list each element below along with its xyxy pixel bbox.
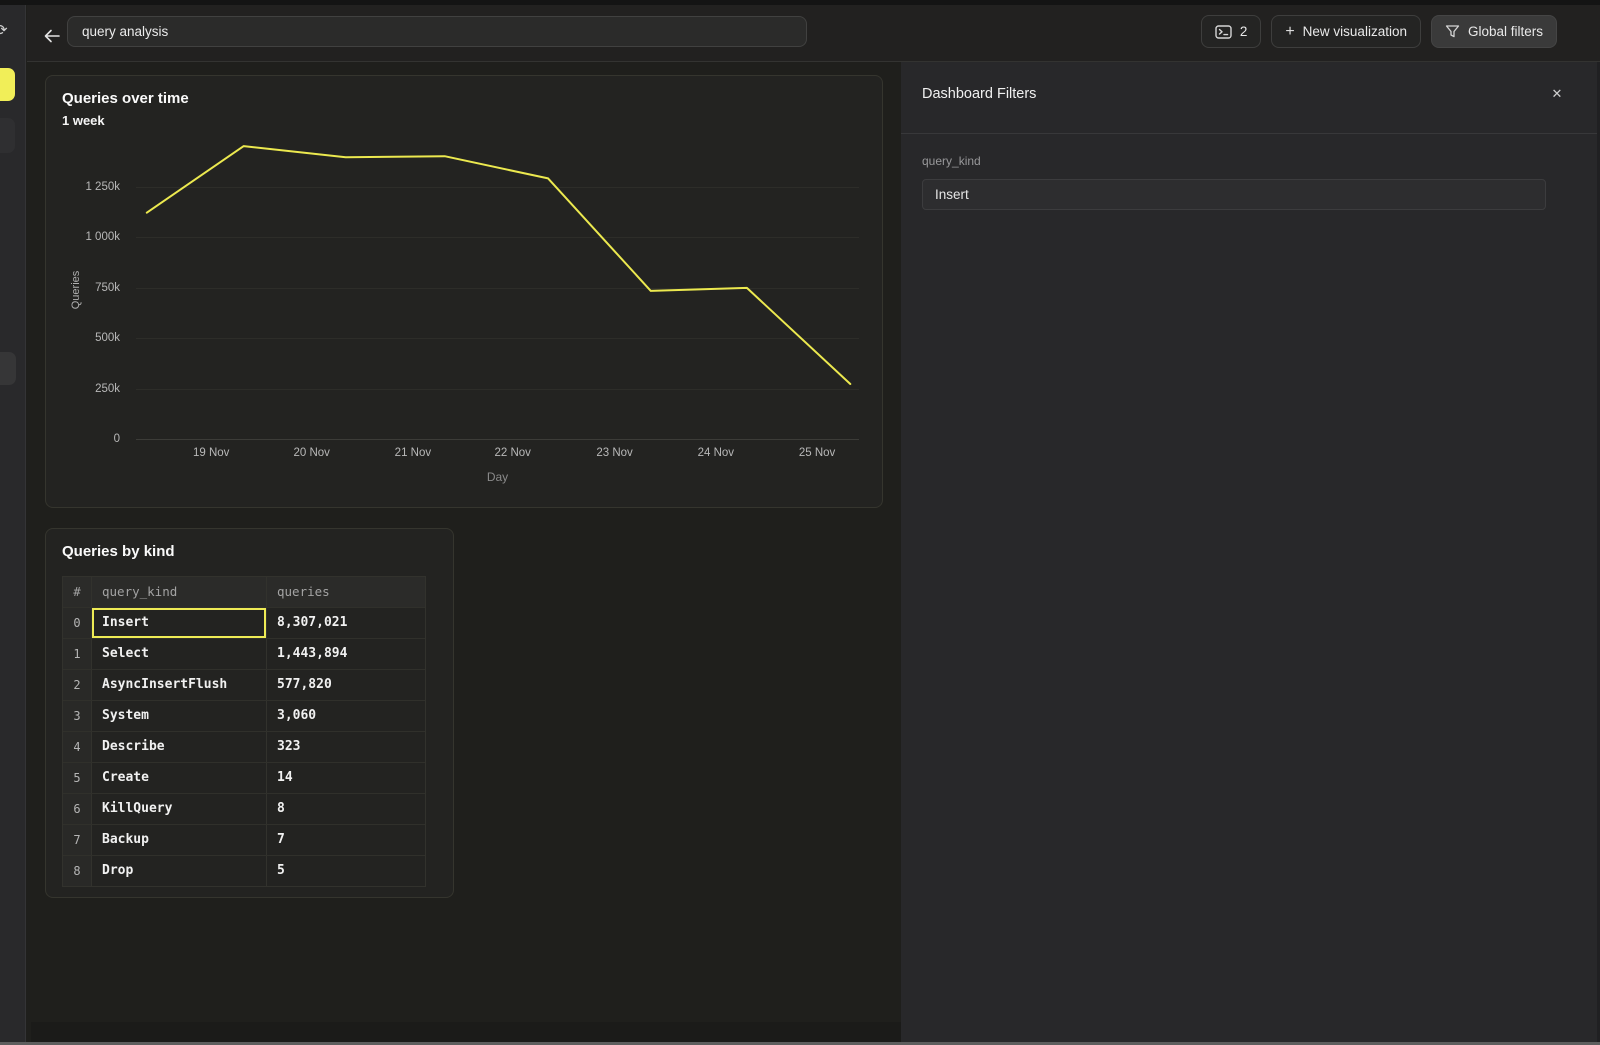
row-index-cell: 2 xyxy=(63,670,92,700)
query-kind-cell[interactable]: Drop xyxy=(92,856,267,886)
query-kind-cell[interactable]: Backup xyxy=(92,825,267,855)
console-count: 2 xyxy=(1240,24,1248,39)
x-tick-label: 22 Nov xyxy=(483,447,543,459)
x-tick-label: 24 Nov xyxy=(686,447,746,459)
table-row: 4Describe323 xyxy=(63,731,425,762)
queries-line-series xyxy=(147,146,851,384)
queries-value-cell[interactable]: 8 xyxy=(267,794,425,824)
sidebar-item[interactable] xyxy=(0,352,16,385)
chart-subtitle: 1 week xyxy=(62,113,105,128)
col-header-query-kind[interactable]: query_kind xyxy=(92,577,267,607)
query-kind-cell[interactable]: AsyncInsertFlush xyxy=(92,670,267,700)
refresh-icon[interactable]: ⟳ xyxy=(0,21,8,39)
row-index-cell: 4 xyxy=(63,732,92,762)
new-visualization-button[interactable]: + New visualization xyxy=(1271,15,1421,48)
table-row: 2AsyncInsertFlush577,820 xyxy=(63,669,425,700)
back-button[interactable] xyxy=(41,25,63,47)
table-header-row: # query_kind queries xyxy=(63,577,425,607)
y-tick-label: 1 250k xyxy=(85,181,120,193)
queries-value-cell[interactable]: 7 xyxy=(267,825,425,855)
table-row: 8Drop5 xyxy=(63,855,425,886)
gridline xyxy=(136,439,859,440)
row-index-cell: 5 xyxy=(63,763,92,793)
col-header-queries[interactable]: queries xyxy=(267,577,425,607)
filter-field-label: query_kind xyxy=(922,154,981,168)
row-index-cell: 7 xyxy=(63,825,92,855)
topbar-actions: 2 + New visualization Global filters xyxy=(1201,15,1557,48)
x-axis-ticks: 19 Nov 20 Nov 21 Nov 22 Nov 23 Nov 24 Nov 25 N… xyxy=(136,447,859,463)
x-tick-label: 23 Nov xyxy=(585,447,645,459)
query-kind-cell[interactable]: KillQuery xyxy=(92,794,267,824)
queries-over-time-card[interactable]: Queries over time 1 week Queries 0250k50… xyxy=(45,75,883,508)
terminal-icon xyxy=(1215,25,1232,39)
query-kind-cell[interactable]: Create xyxy=(92,763,267,793)
query-kind-filter-input[interactable] xyxy=(922,179,1546,210)
queries-by-kind-card[interactable]: Queries by kind # query_kind queries 0In… xyxy=(45,528,454,898)
back-arrow-icon xyxy=(41,25,63,47)
row-index-cell: 6 xyxy=(63,794,92,824)
row-index-cell: 8 xyxy=(63,856,92,886)
top-bar: 2 + New visualization Global filters xyxy=(27,5,1600,62)
left-sidebar: ⟳ xyxy=(0,5,26,1042)
table-row: 7Backup7 xyxy=(63,824,425,855)
queries-value-cell[interactable]: 323 xyxy=(267,732,425,762)
table-row: 0Insert8,307,021 xyxy=(63,607,425,638)
x-tick-label: 21 Nov xyxy=(383,447,443,459)
row-index-cell: 0 xyxy=(63,608,92,638)
funnel-icon xyxy=(1445,24,1460,39)
query-kind-cell[interactable]: System xyxy=(92,701,267,731)
y-tick-label: 500k xyxy=(95,332,120,344)
filters-panel-title: Dashboard Filters xyxy=(922,86,1036,102)
y-tick-label: 0 xyxy=(114,433,120,445)
x-tick-label: 19 Nov xyxy=(181,447,241,459)
queries-value-cell[interactable]: 5 xyxy=(267,856,425,886)
global-filters-button[interactable]: Global filters xyxy=(1431,15,1557,48)
sidebar-item[interactable] xyxy=(0,118,15,153)
x-axis-label: Day xyxy=(136,470,859,484)
close-icon[interactable]: ✕ xyxy=(1548,85,1566,103)
panel-divider xyxy=(901,133,1600,134)
queries-value-cell[interactable]: 577,820 xyxy=(267,670,425,700)
query-kind-cell[interactable]: Insert xyxy=(92,608,267,638)
dashboard-filters-panel: Dashboard Filters ✕ query_kind xyxy=(901,62,1600,1045)
queries-value-cell[interactable]: 14 xyxy=(267,763,425,793)
x-tick-label: 20 Nov xyxy=(282,447,342,459)
plus-icon: + xyxy=(1285,24,1294,40)
chart-title: Queries over time xyxy=(62,90,189,107)
queries-table: # query_kind queries 0Insert8,307,0211Se… xyxy=(62,576,426,887)
queries-value-cell[interactable]: 3,060 xyxy=(267,701,425,731)
y-tick-label: 750k xyxy=(95,282,120,294)
y-axis-ticks: 0250k500k750k1 000k1 250k xyxy=(46,141,128,439)
new-visualization-label: New visualization xyxy=(1303,24,1407,39)
sidebar-item-active[interactable] xyxy=(0,68,15,101)
dashboard-title-input[interactable] xyxy=(67,16,807,47)
row-index-cell: 3 xyxy=(63,701,92,731)
table-row: 5Create14 xyxy=(63,762,425,793)
table-row: 3System3,060 xyxy=(63,700,425,731)
queries-value-cell[interactable]: 1,443,894 xyxy=(267,639,425,669)
dashboard-canvas: Queries over time 1 week Queries 0250k50… xyxy=(27,62,901,1045)
table-title: Queries by kind xyxy=(62,543,175,560)
x-tick-label: 25 Nov xyxy=(787,447,847,459)
row-index-cell: 1 xyxy=(63,639,92,669)
table-row: 6KillQuery8 xyxy=(63,793,425,824)
query-kind-cell[interactable]: Describe xyxy=(92,732,267,762)
table-row: 1Select1,443,894 xyxy=(63,638,425,669)
y-tick-label: 1 000k xyxy=(85,231,120,243)
col-header-index[interactable]: # xyxy=(63,577,92,607)
console-count-button[interactable]: 2 xyxy=(1201,15,1262,48)
y-tick-label: 250k xyxy=(95,383,120,395)
queries-table-body: 0Insert8,307,0211Select1,443,8942AsyncIn… xyxy=(63,607,425,886)
global-filters-label: Global filters xyxy=(1468,24,1543,39)
chart-plot xyxy=(136,141,859,439)
queries-value-cell[interactable]: 8,307,021 xyxy=(267,608,425,638)
query-kind-cell[interactable]: Select xyxy=(92,639,267,669)
